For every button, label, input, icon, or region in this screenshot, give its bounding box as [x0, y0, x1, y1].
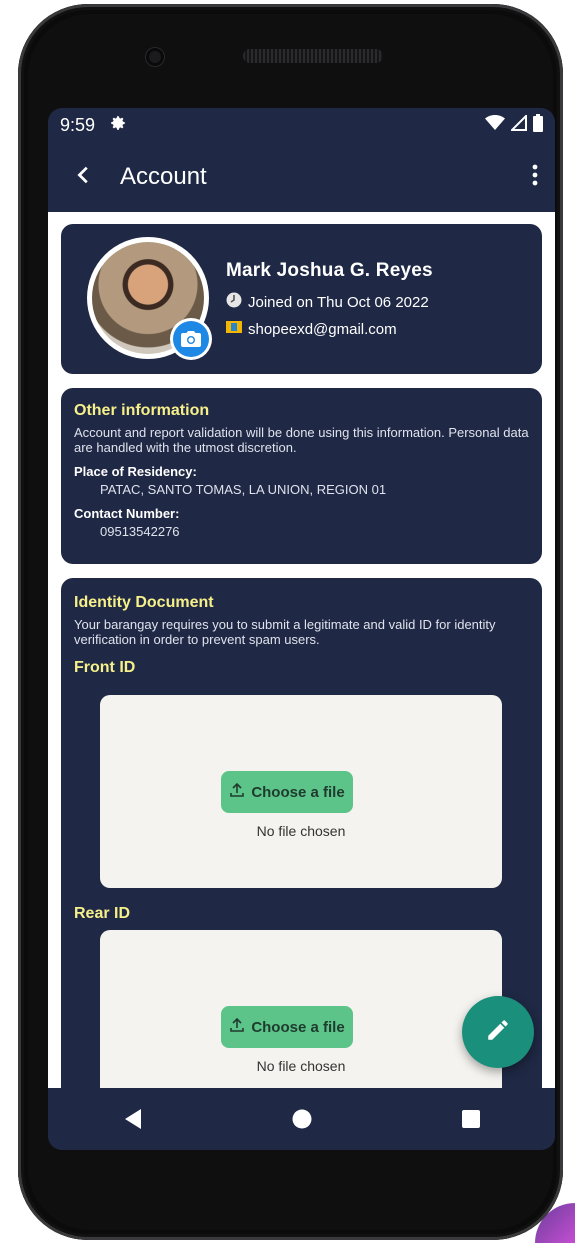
battery-icon	[533, 113, 543, 137]
nav-recents-icon[interactable]	[441, 1099, 501, 1139]
profile-card: Mark Joshua G. Reyes Joined on Thu Oct 0…	[61, 224, 542, 374]
nav-back-icon[interactable]	[103, 1099, 163, 1139]
signal-icon	[509, 113, 527, 136]
contact-value: 09513542276	[100, 524, 180, 539]
identity-description: Your barangay requires you to submit a l…	[74, 617, 496, 647]
earpiece-speaker	[243, 49, 383, 63]
upload-icon	[229, 1017, 245, 1037]
device-screen: 9:59 Account Mark Joshua G. Reyes Joined…	[48, 108, 555, 1150]
other-info-title: Other information	[74, 402, 210, 419]
system-nav-bar	[48, 1088, 555, 1150]
other-info-description: Account and report validation will be do…	[74, 425, 529, 455]
rear-choose-file-label: Choose a file	[251, 1018, 345, 1036]
status-icons	[485, 113, 543, 137]
more-icon[interactable]	[515, 162, 555, 193]
joined-row: Joined on Thu Oct 06 2022	[226, 292, 429, 312]
back-icon[interactable]	[48, 162, 120, 193]
content-area: Mark Joshua G. Reyes Joined on Thu Oct 0…	[48, 212, 555, 1088]
other-info-card: Other information Account and report val…	[61, 388, 542, 564]
front-choose-file-button[interactable]: Choose a file	[221, 771, 353, 813]
front-no-file-text: No file chosen	[256, 823, 346, 839]
settings-icon	[109, 114, 127, 137]
front-choose-file-label: Choose a file	[251, 783, 345, 801]
status-time: 9:59	[60, 114, 96, 135]
email-row: shopeexd@gmail.com	[226, 320, 397, 338]
app-bar: Account	[48, 142, 555, 212]
upload-icon	[229, 782, 245, 802]
email-text: shopeexd@gmail.com	[248, 320, 397, 338]
edit-fab[interactable]	[462, 996, 534, 1068]
edit-icon	[485, 1017, 511, 1048]
page-title: Account	[120, 163, 207, 190]
rear-choose-file-button[interactable]: Choose a file	[221, 1006, 353, 1048]
front-camera	[146, 48, 164, 66]
rear-id-label: Rear ID	[74, 905, 131, 922]
status-bar: 9:59	[48, 108, 555, 142]
clock-icon	[226, 292, 242, 312]
residency-value: PATAC, SANTO TOMAS, LA UNION, REGION 01	[100, 482, 387, 497]
camera-icon[interactable]	[173, 321, 209, 357]
email-icon	[226, 320, 242, 338]
residency-label: Place of Residency:	[74, 464, 197, 479]
front-id-upload[interactable]: Choose a file No file chosen	[100, 695, 502, 888]
nav-home-icon[interactable]	[272, 1099, 332, 1139]
wifi-icon	[485, 114, 505, 136]
front-id-label: Front ID	[74, 659, 136, 676]
contact-label: Contact Number:	[74, 506, 180, 521]
joined-text: Joined on Thu Oct 06 2022	[248, 293, 429, 311]
rear-id-upload[interactable]: Choose a file No file chosen	[100, 930, 502, 1088]
profile-name: Mark Joshua G. Reyes	[226, 260, 433, 281]
rear-no-file-text: No file chosen	[256, 1058, 346, 1074]
identity-title: Identity Document	[74, 594, 214, 611]
